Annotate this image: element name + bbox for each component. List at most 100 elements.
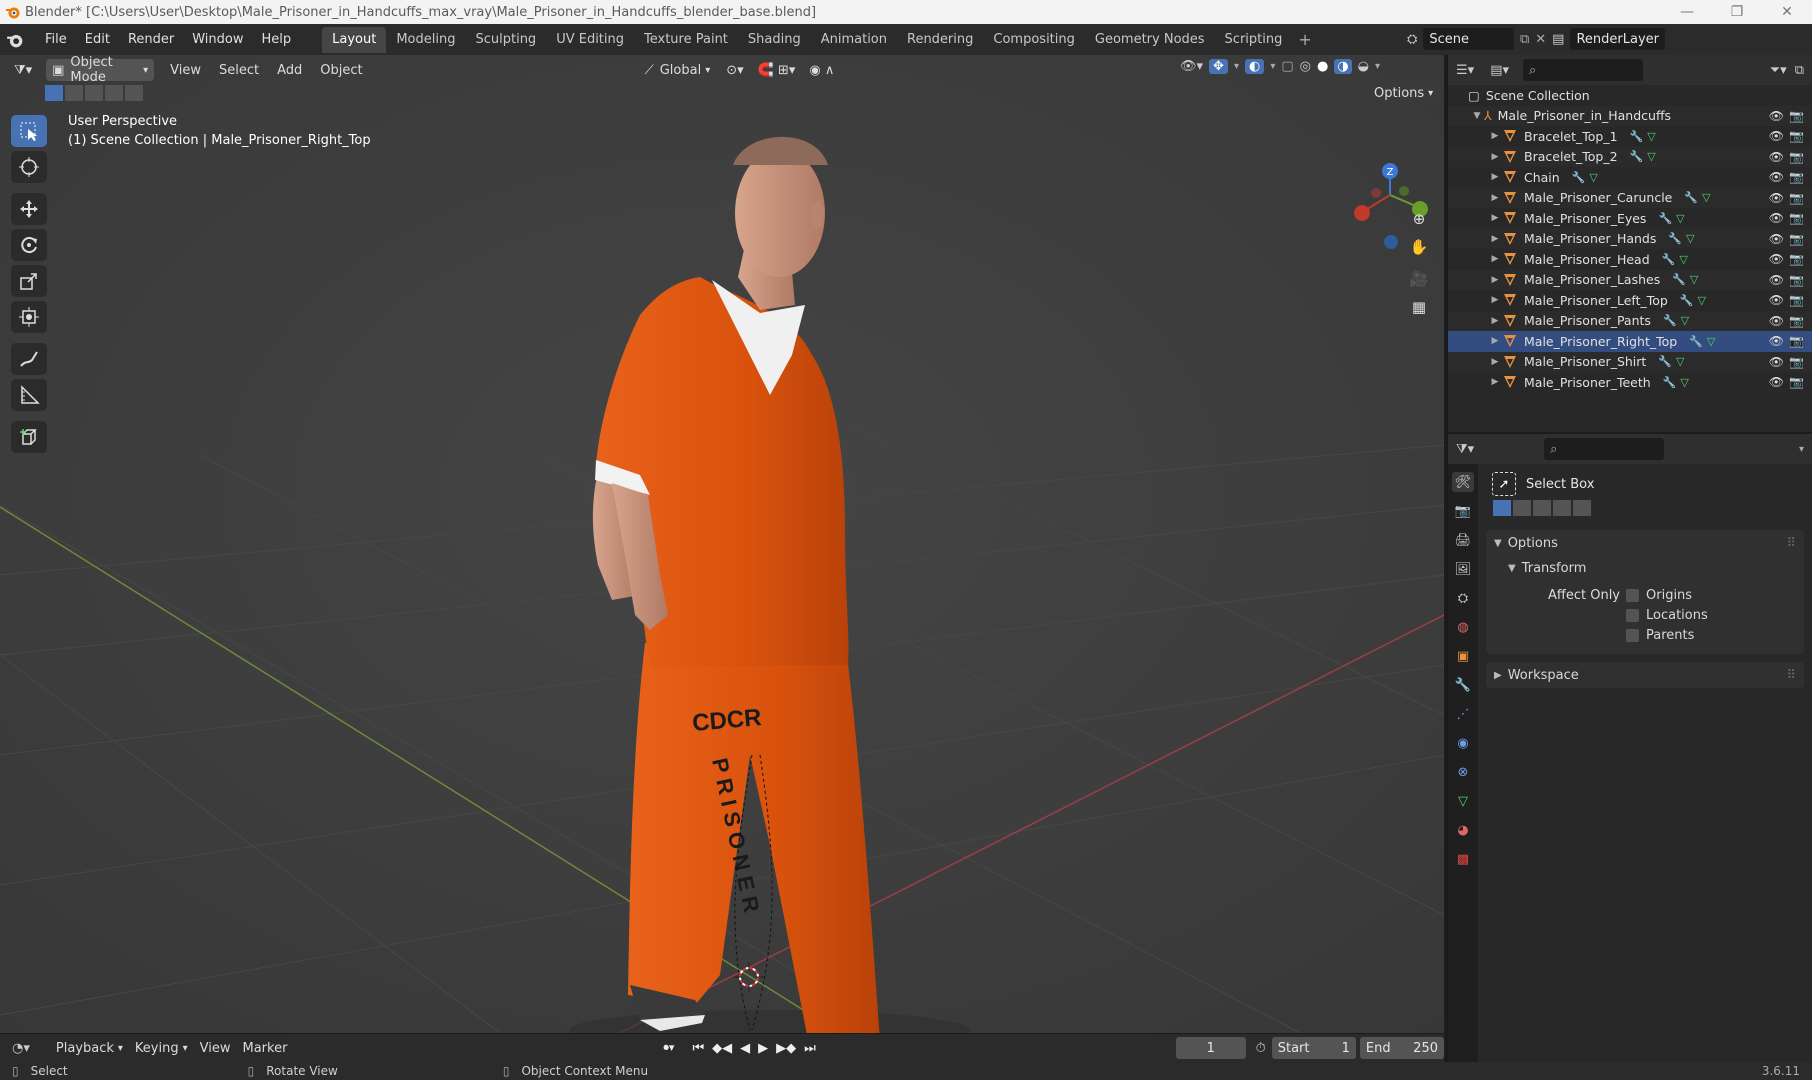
record-icon[interactable]: ⏺▾	[663, 1041, 674, 1055]
filter-icon[interactable]: ⏷▾	[1770, 63, 1787, 78]
select-invert-mode[interactable]	[104, 84, 124, 102]
jump-end-icon[interactable]: ⏭	[804, 1041, 816, 1056]
modifier-wrench-icon[interactable]: 🔧	[1689, 335, 1703, 348]
menu-render[interactable]: Render	[119, 26, 183, 54]
camera-icon[interactable]: 📷	[1789, 211, 1804, 225]
options-panel-header[interactable]: ▼ Options ⠿	[1486, 530, 1804, 556]
end-frame-field[interactable]: End 250	[1359, 1037, 1444, 1059]
outliner-item[interactable]: ▶ Chain 🔧 ▽ 👁 📷	[1448, 167, 1812, 188]
properties-editor-icon[interactable]: ⧩▾	[1456, 442, 1474, 457]
cursor-tool[interactable]	[11, 151, 47, 183]
modifier-wrench-icon[interactable]: 🔧	[1572, 171, 1586, 184]
ortho-toggle-icon[interactable]: ▦	[1405, 293, 1433, 321]
camera-icon[interactable]: 📷	[1789, 375, 1804, 389]
expand-right-icon[interactable]: ▶	[1488, 254, 1502, 264]
mesh-data-icon[interactable]: ▽	[1680, 376, 1688, 389]
eye-icon[interactable]: 👁	[1769, 375, 1784, 389]
measure-tool[interactable]	[11, 379, 47, 411]
shading-dropdown-icon[interactable]: ▾	[1375, 61, 1380, 72]
orientation-dropdown[interactable]: ⟋ Global ▾	[639, 59, 717, 81]
proportional-edit-icon[interactable]: ◉ ∧	[803, 59, 840, 81]
timeline-editor-icon[interactable]: ◔▾	[12, 1041, 30, 1056]
timeline-view-menu[interactable]: View	[194, 1037, 237, 1059]
modifier-wrench-icon[interactable]: 🔧	[1658, 212, 1672, 225]
3d-viewport[interactable]: CDCR PRISONER ⧩▾ ▣ Object Mode ▾ View Sel…	[0, 55, 1444, 1033]
expand-right-icon[interactable]: ▶	[1488, 377, 1502, 387]
object-tab-icon[interactable]: ▣	[1452, 646, 1474, 666]
tab-uv-editing[interactable]: UV Editing	[546, 27, 634, 53]
camera-icon[interactable]: 📷	[1789, 355, 1804, 369]
camera-icon[interactable]: 📷	[1789, 293, 1804, 307]
menu-help[interactable]: Help	[253, 26, 301, 54]
play-icon[interactable]: ▶	[758, 1041, 768, 1056]
modifier-wrench-icon[interactable]: 🔧	[1668, 232, 1682, 245]
menu-file[interactable]: File	[36, 26, 76, 54]
add-menu[interactable]: Add	[271, 59, 308, 81]
view-layer-icon[interactable]: ▤	[1552, 32, 1564, 47]
mesh-data-icon[interactable]: ▽	[1702, 191, 1710, 204]
add-cube-tool[interactable]	[11, 421, 47, 453]
mesh-data-icon[interactable]: ▽	[1690, 273, 1698, 286]
camera-icon[interactable]: 📷	[1789, 314, 1804, 328]
snap-icon[interactable]: 🧲 ⊞▾	[752, 59, 802, 81]
eye-icon[interactable]: 👁	[1769, 232, 1784, 246]
mesh-data-icon[interactable]: ▽	[1676, 212, 1684, 225]
outliner-item[interactable]: ▶ Male_Prisoner_Right_Top 🔧 ▽ 👁 📷	[1448, 331, 1812, 352]
select-subtract-mode[interactable]	[84, 84, 104, 102]
timer-icon[interactable]: ⏱	[1256, 1041, 1266, 1056]
zoom-icon[interactable]: ⊕	[1405, 205, 1433, 233]
workspace-panel-header[interactable]: ▶ Workspace ⠿	[1486, 662, 1804, 688]
modifier-wrench-icon[interactable]: 🔧	[1680, 294, 1694, 307]
jump-start-icon[interactable]: ⏮	[692, 1041, 704, 1056]
rotate-tool[interactable]	[11, 229, 47, 261]
properties-options-icon[interactable]: ▾	[1799, 444, 1804, 455]
mesh-data-icon[interactable]: ▽	[1647, 150, 1655, 163]
menu-edit[interactable]: Edit	[76, 26, 119, 54]
camera-icon[interactable]: 📷	[1789, 191, 1804, 205]
start-frame-field[interactable]: Start 1	[1271, 1037, 1356, 1059]
overlays-dropdown-icon[interactable]: ▾	[1270, 61, 1275, 72]
collection-row[interactable]: ▼ ⅄ Male_Prisoner_in_Handcuffs 👁 📷	[1448, 105, 1812, 126]
material-tab-icon[interactable]: ◕	[1452, 820, 1474, 840]
overlays-icon[interactable]: ◐	[1244, 59, 1265, 74]
render-tab-icon[interactable]: 📷	[1452, 501, 1474, 521]
outliner-item[interactable]: ▶ Male_Prisoner_Left_Top 🔧 ▽ 👁 📷	[1448, 290, 1812, 311]
camera-icon[interactable]: 📷	[1789, 232, 1804, 246]
mesh-data-icon[interactable]: ▽	[1686, 232, 1694, 245]
tab-compositing[interactable]: Compositing	[983, 27, 1085, 53]
modifier-wrench-icon[interactable]: 🔧	[1663, 376, 1677, 389]
outliner-item[interactable]: ▶ Male_Prisoner_Head 🔧 ▽ 👁 📷	[1448, 249, 1812, 270]
add-workspace-button[interactable]: +	[1298, 30, 1311, 49]
world-tab-icon[interactable]: ◍	[1452, 617, 1474, 637]
mesh-data-icon[interactable]: ▽	[1707, 335, 1715, 348]
xray-icon[interactable]: ▢	[1281, 59, 1293, 74]
outliner-item[interactable]: ▶ Male_Prisoner_Teeth 🔧 ▽ 👁 📷	[1448, 372, 1812, 393]
texture-tab-icon[interactable]: ▩	[1452, 849, 1474, 869]
scale-tool[interactable]	[11, 265, 47, 297]
visibility-icon[interactable]: 👁▾	[1180, 59, 1203, 74]
scene-field[interactable]: Scene	[1423, 28, 1514, 50]
expand-right-icon[interactable]: ▶	[1488, 131, 1502, 141]
outliner-item[interactable]: ▶ Male_Prisoner_Pants 🔧 ▽ 👁 📷	[1448, 310, 1812, 331]
outliner-item[interactable]: ▶ Male_Prisoner_Caruncle 🔧 ▽ 👁 📷	[1448, 187, 1812, 208]
constraints-tab-icon[interactable]: ⊗	[1452, 762, 1474, 782]
particles-tab-icon[interactable]: ⋰	[1452, 704, 1474, 724]
data-tab-icon[interactable]: ▽	[1452, 791, 1474, 811]
current-frame-field[interactable]: 1	[1175, 1037, 1246, 1059]
checkbox-origins[interactable]: Origins	[1626, 588, 1692, 603]
delete-scene-icon[interactable]: ✕	[1535, 32, 1546, 47]
camera-icon[interactable]: 📷	[1789, 170, 1804, 184]
outliner-item[interactable]: ▶ Male_Prisoner_Hands 🔧 ▽ 👁 📷	[1448, 228, 1812, 249]
mesh-data-icon[interactable]: ▽	[1647, 130, 1655, 143]
eye-icon[interactable]: 👁	[1769, 314, 1784, 328]
eye-icon[interactable]: 👁	[1769, 252, 1784, 266]
select-extend-mode[interactable]	[64, 84, 84, 102]
physics-tab-icon[interactable]: ◉	[1452, 733, 1474, 753]
eye-icon[interactable]: 👁	[1769, 334, 1784, 348]
tab-modeling[interactable]: Modeling	[386, 27, 465, 53]
tab-texture-paint[interactable]: Texture Paint	[634, 27, 738, 53]
solid-shading-icon[interactable]: ●	[1317, 59, 1328, 74]
minimize-button[interactable]: —	[1662, 0, 1712, 24]
material-shading-icon[interactable]: ◑	[1334, 59, 1352, 74]
select-intersect-mode[interactable]	[1572, 499, 1592, 517]
